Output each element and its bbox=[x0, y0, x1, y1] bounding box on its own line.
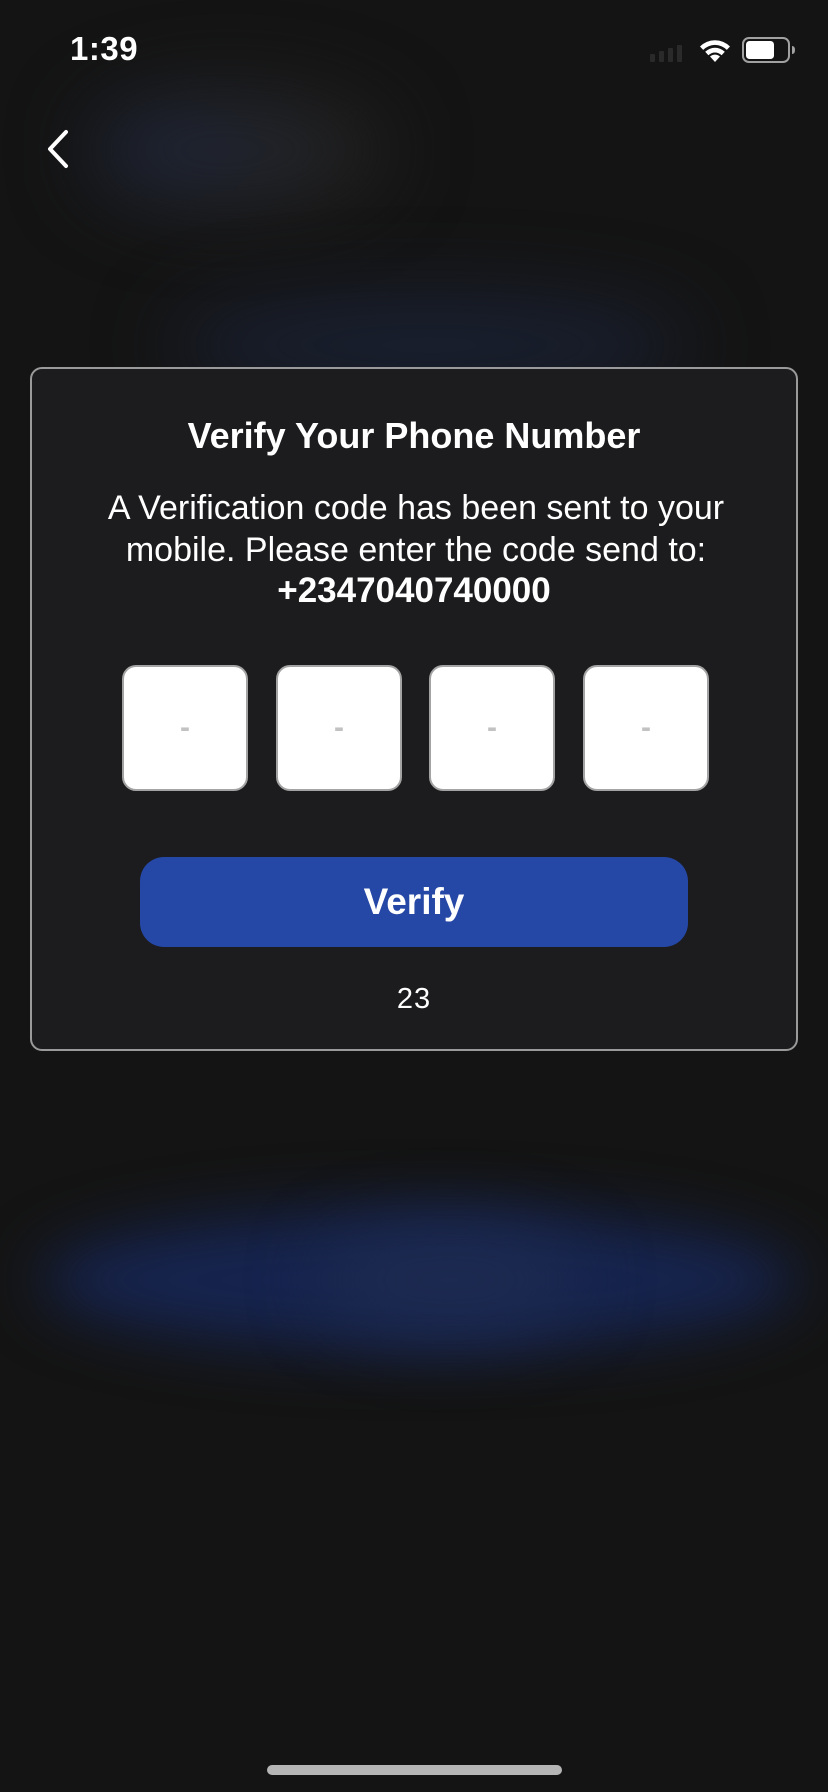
battery-icon bbox=[742, 37, 795, 63]
verify-phone-screen: 1:39 Verify Your Phone Number A Verifica… bbox=[0, 0, 828, 1792]
background-glow-bottom-highlight bbox=[320, 1230, 580, 1330]
otp-input-group: - - - - bbox=[122, 665, 710, 791]
verification-description: A Verification code has been sent to you… bbox=[107, 489, 725, 569]
resend-countdown: 23 bbox=[396, 983, 432, 1015]
back-button[interactable] bbox=[38, 124, 78, 174]
verify-phone-card: Verify Your Phone Number A Verification … bbox=[30, 367, 798, 1051]
card-title: Verify Your Phone Number bbox=[187, 415, 641, 456]
verify-button[interactable]: Verify bbox=[140, 857, 688, 947]
phone-number: +2347040740000 bbox=[277, 571, 551, 610]
home-indicator bbox=[267, 1765, 562, 1775]
signal-icon bbox=[650, 45, 682, 62]
status-bar: 1:39 bbox=[0, 0, 828, 100]
chevron-left-icon bbox=[48, 130, 68, 168]
otp-digit-1-input[interactable]: - bbox=[122, 665, 248, 791]
wifi-icon bbox=[700, 40, 730, 62]
otp-digit-3-input[interactable]: - bbox=[429, 665, 555, 791]
otp-digit-4-input[interactable]: - bbox=[583, 665, 709, 791]
background-glow-bottom bbox=[40, 1210, 800, 1350]
otp-digit-2-input[interactable]: - bbox=[276, 665, 402, 791]
status-time: 1:39 bbox=[70, 30, 139, 67]
background-glow-top bbox=[90, 90, 390, 210]
